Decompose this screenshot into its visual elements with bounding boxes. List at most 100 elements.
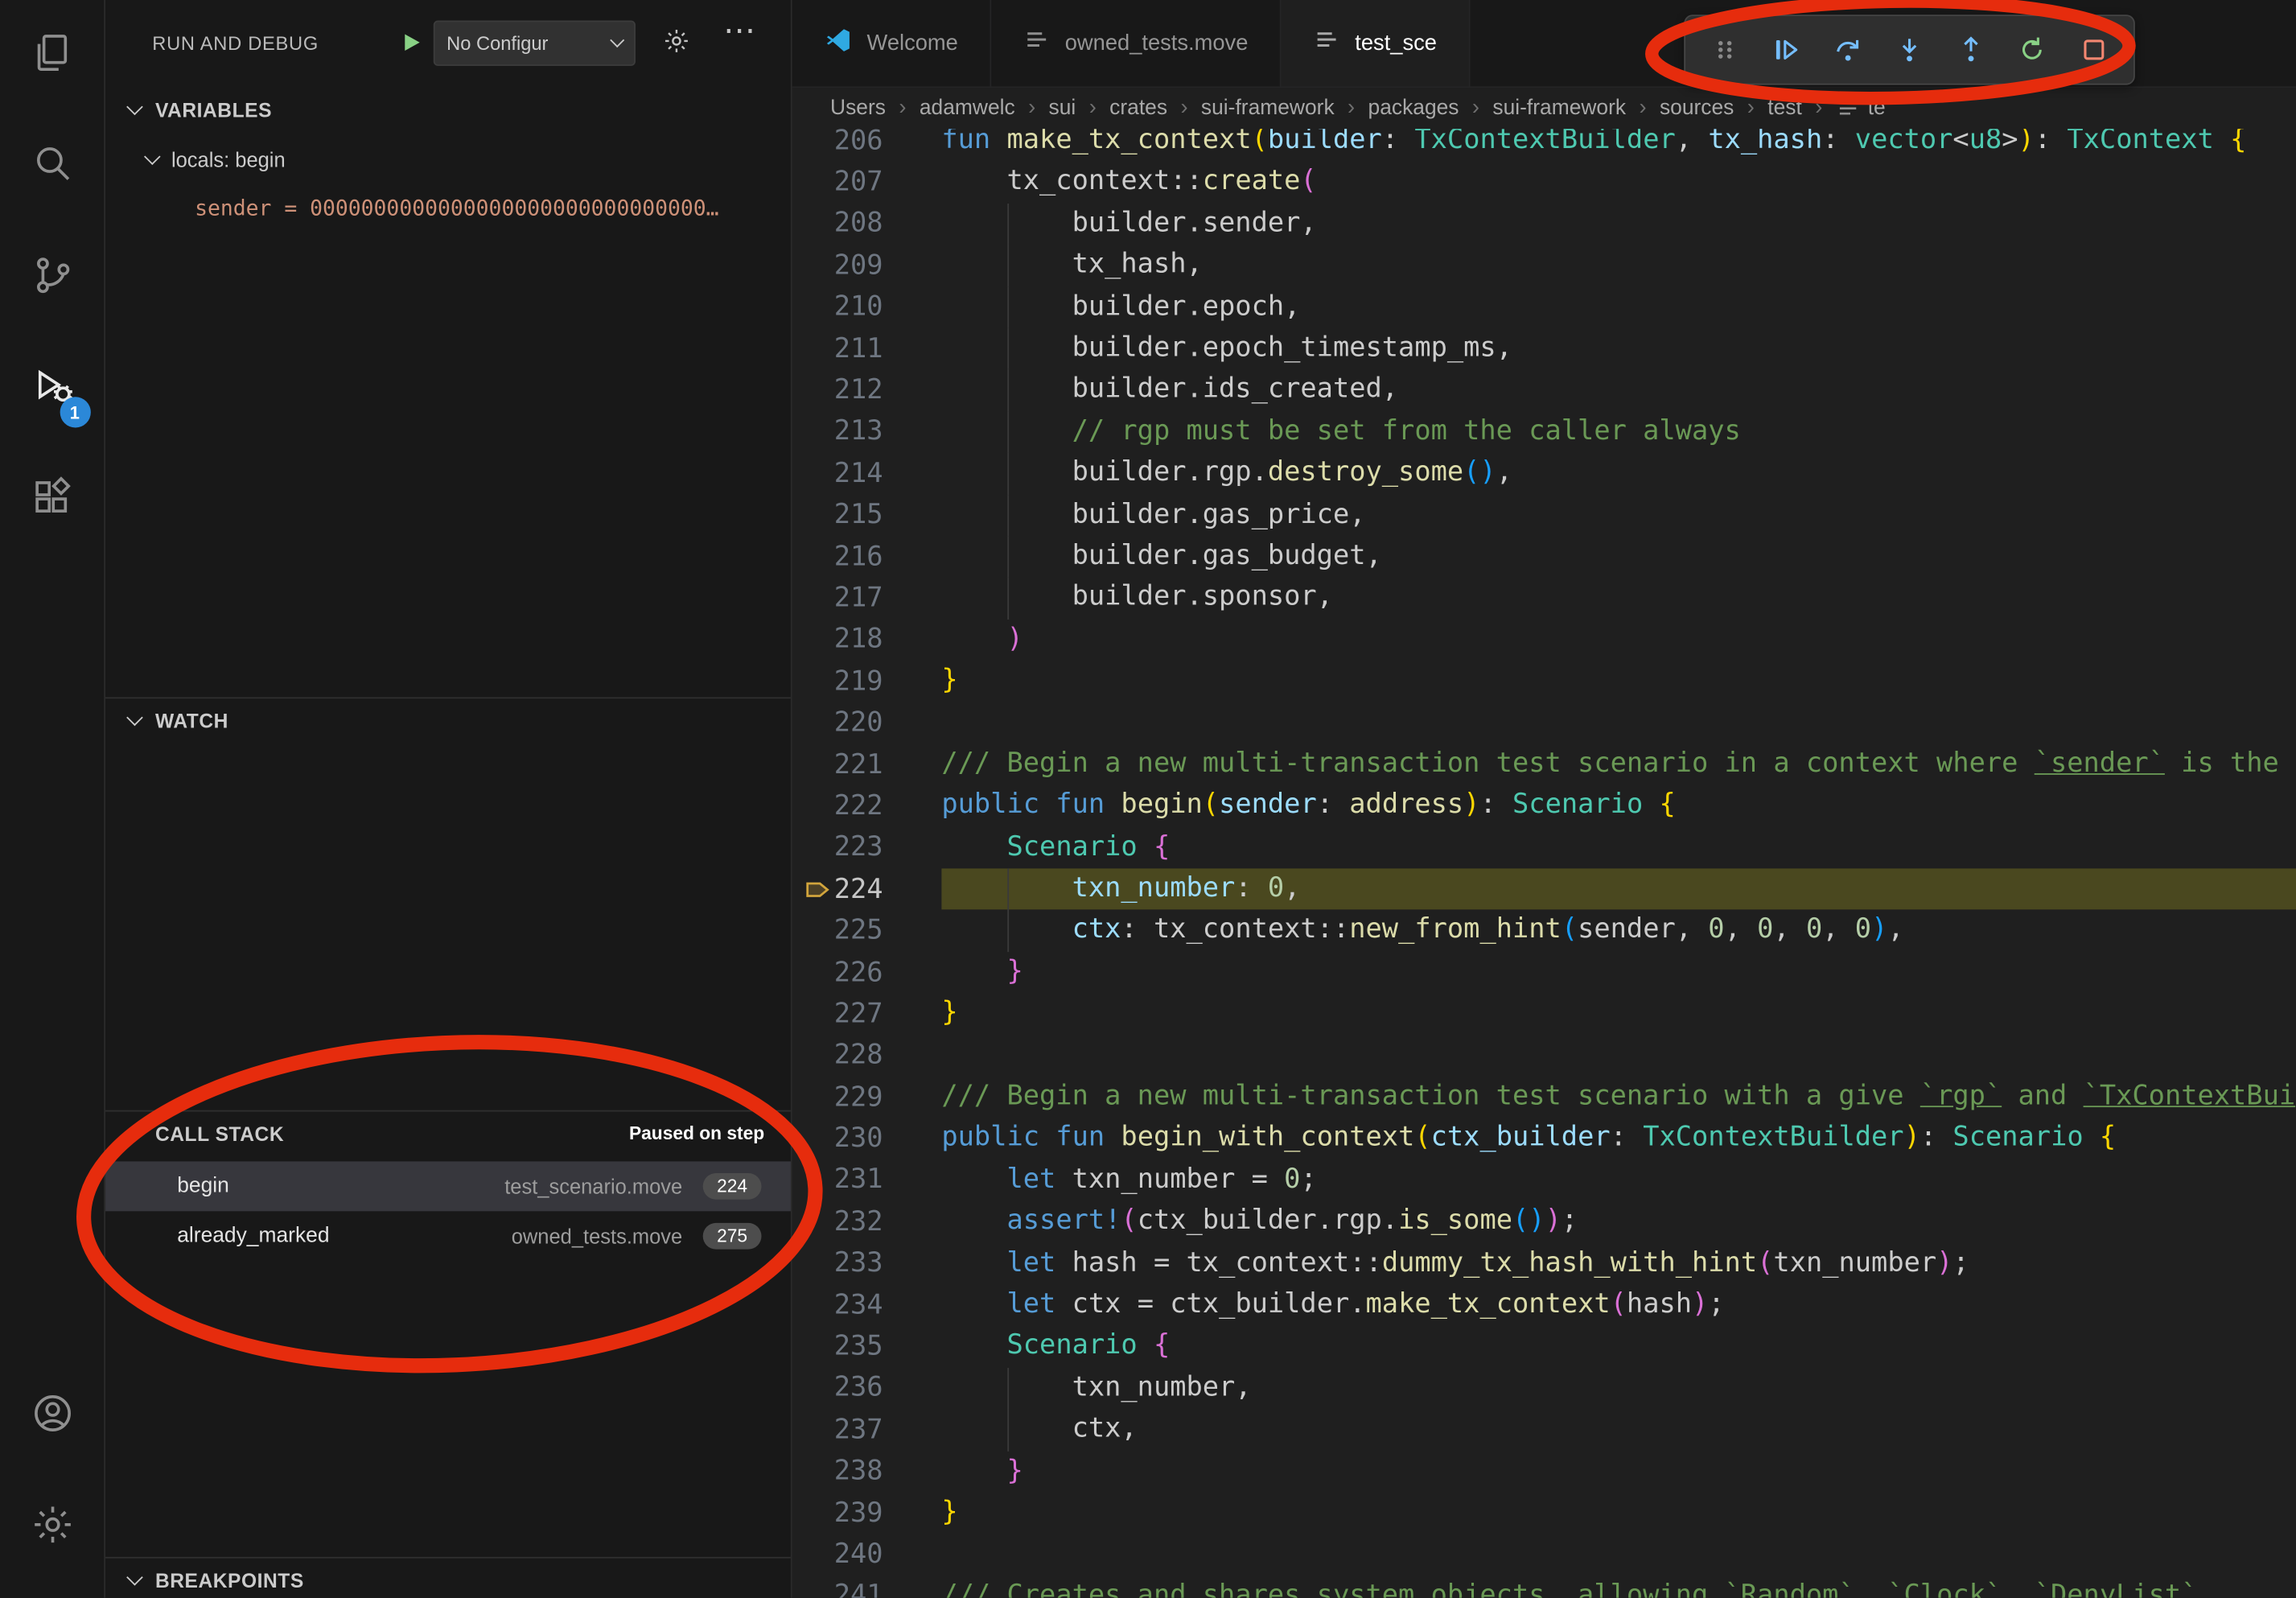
step-into-button[interactable] (1882, 22, 1937, 77)
line-number[interactable]: 230 (833, 1123, 883, 1154)
code-line[interactable]: 230public fun begin_with_context(ctx_bui… (792, 1118, 2296, 1159)
step-out-button[interactable] (1943, 22, 1998, 77)
line-number[interactable]: 217 (833, 583, 883, 613)
line-number[interactable]: 225 (833, 916, 883, 946)
tab-test-scenario[interactable]: test_sce (1282, 0, 1471, 86)
activity-item-source-control[interactable] (11, 237, 93, 319)
code-line[interactable]: 208 builder.sender, (792, 204, 2296, 245)
line-number[interactable]: 210 (833, 292, 883, 323)
line-number[interactable]: 227 (833, 999, 883, 1029)
activity-item-explorer[interactable] (11, 14, 93, 97)
breakpoints-section-header[interactable]: BREAKPOINTS (105, 1559, 791, 1598)
code-line[interactable]: 240 (792, 1534, 2296, 1575)
breadcrumb-item[interactable]: crates (1109, 96, 1167, 119)
line-number[interactable]: 209 (833, 250, 883, 281)
code-line[interactable]: 237 ctx, (792, 1409, 2296, 1451)
code-line[interactable]: 236 txn_number, (792, 1368, 2296, 1410)
code-line[interactable]: 207 tx_context::create( (792, 162, 2296, 204)
stop-button[interactable] (2066, 22, 2121, 77)
code-line[interactable]: 212 builder.ids_created, (792, 369, 2296, 411)
line-number[interactable]: 233 (833, 1248, 883, 1279)
line-number[interactable]: 207 (833, 167, 883, 198)
more-actions-button[interactable]: ⋯ (723, 12, 755, 50)
line-number[interactable]: 206 (833, 129, 883, 156)
code-line[interactable]: 235 Scenario { (792, 1326, 2296, 1368)
activity-item-run-and-debug[interactable]: 1 (11, 348, 93, 430)
breadcrumb-item[interactable]: test (1767, 96, 1802, 119)
code-line[interactable]: 232 assert!(ctx_builder.rgp.is_some()); (792, 1201, 2296, 1243)
breadcrumb-item[interactable]: sui (1049, 96, 1076, 119)
code-line[interactable]: 234 let ctx = ctx_builder.make_tx_contex… (792, 1284, 2296, 1326)
restart-button[interactable] (2005, 22, 2060, 77)
breadcrumb-item[interactable]: sui-framework (1201, 96, 1335, 119)
line-number[interactable]: 216 (833, 542, 883, 572)
line-number[interactable]: 232 (833, 1207, 883, 1238)
breadcrumb-item[interactable]: sources (1660, 96, 1734, 119)
tab-welcome[interactable]: Welcome (792, 0, 992, 86)
activity-item-accounts[interactable] (11, 1375, 93, 1457)
activity-item-extensions[interactable] (11, 460, 93, 542)
line-number[interactable]: 228 (833, 1040, 883, 1071)
line-number[interactable]: 238 (833, 1456, 883, 1487)
line-number[interactable]: 218 (833, 624, 883, 655)
code-line[interactable]: 227} (792, 993, 2296, 1035)
code-line[interactable]: 238 } (792, 1451, 2296, 1493)
line-number[interactable]: 226 (833, 958, 883, 988)
continue-button[interactable] (1759, 22, 1814, 77)
breadcrumb-item[interactable]: packages (1368, 96, 1459, 119)
code-line[interactable]: 216 builder.gas_budget, (792, 536, 2296, 578)
watch-section-header[interactable]: WATCH (105, 698, 791, 743)
line-number[interactable]: 240 (833, 1539, 883, 1570)
code-line[interactable]: 206fun make_tx_context(builder: TxContex… (792, 129, 2296, 162)
line-number[interactable]: 219 (833, 666, 883, 697)
variable-row[interactable]: sender = 0000000000000000000000000000000… (105, 189, 791, 230)
code-line[interactable]: 239} (792, 1493, 2296, 1534)
code-line[interactable]: 228 (792, 1035, 2296, 1077)
line-number[interactable]: 235 (833, 1332, 883, 1362)
activity-item-search[interactable] (11, 126, 93, 208)
call-stack-frame[interactable]: begintest_scenario.move224 (105, 1161, 791, 1211)
line-number[interactable]: 234 (833, 1290, 883, 1320)
code-line[interactable]: 209 tx_hash, (792, 245, 2296, 286)
line-number[interactable]: 211 (833, 333, 883, 364)
code-line[interactable]: 214 builder.rgp.destroy_some(), (792, 453, 2296, 495)
line-number[interactable]: 231 (833, 1165, 883, 1196)
code-line[interactable]: 233 let hash = tx_context::dummy_tx_hash… (792, 1243, 2296, 1285)
line-number[interactable]: 213 (833, 417, 883, 447)
code-line[interactable]: 213 // rgp must be set from the caller a… (792, 411, 2296, 453)
line-number[interactable]: 239 (833, 1497, 883, 1528)
code-line[interactable]: 231 let txn_number = 0; (792, 1159, 2296, 1201)
line-number[interactable]: 215 (833, 500, 883, 530)
breadcrumb-item[interactable]: te (1836, 96, 1886, 119)
tab-owned-tests[interactable]: owned_tests.move (992, 0, 1282, 86)
code-line[interactable]: 223 Scenario { (792, 827, 2296, 869)
activity-item-settings[interactable] (11, 1487, 93, 1569)
line-number[interactable]: 223 (833, 832, 883, 863)
line-number[interactable]: 221 (833, 749, 883, 780)
step-over-button[interactable] (1821, 22, 1876, 77)
call-stack-frame[interactable]: already_markedowned_tests.move275 (105, 1211, 791, 1261)
code-line[interactable]: 222public fun begin(sender: address): Sc… (792, 785, 2296, 827)
line-number[interactable]: 222 (833, 791, 883, 822)
line-number[interactable]: 224 (833, 874, 883, 904)
breadcrumb-item[interactable]: adamwelc (920, 96, 1015, 119)
debug-settings-gear-button[interactable] (662, 27, 691, 64)
line-number[interactable]: 241 (833, 1581, 883, 1598)
variables-section-header[interactable]: VARIABLES (105, 88, 791, 132)
code-editor[interactable]: 206fun make_tx_context(builder: TxContex… (792, 129, 2296, 1598)
start-debugging-button[interactable] (393, 20, 430, 64)
code-line[interactable]: 220 (792, 702, 2296, 744)
code-line[interactable]: 211 builder.epoch_timestamp_ms, (792, 328, 2296, 370)
breadcrumb-item[interactable]: Users (830, 96, 886, 119)
line-number[interactable]: 208 (833, 208, 883, 239)
line-number[interactable]: 236 (833, 1373, 883, 1403)
line-number[interactable]: 220 (833, 707, 883, 738)
code-line[interactable]: 210 builder.epoch, (792, 286, 2296, 328)
line-number[interactable]: 212 (833, 375, 883, 406)
variables-scope-row[interactable]: locals: begin (105, 139, 791, 180)
line-number[interactable]: 237 (833, 1415, 883, 1445)
code-line[interactable]: 218 ) (792, 619, 2296, 661)
code-line[interactable]: 229/// Begin a new multi-transaction tes… (792, 1077, 2296, 1118)
breadcrumb-item[interactable]: sui-framework (1492, 96, 1626, 119)
code-line[interactable]: 215 builder.gas_price, (792, 494, 2296, 536)
